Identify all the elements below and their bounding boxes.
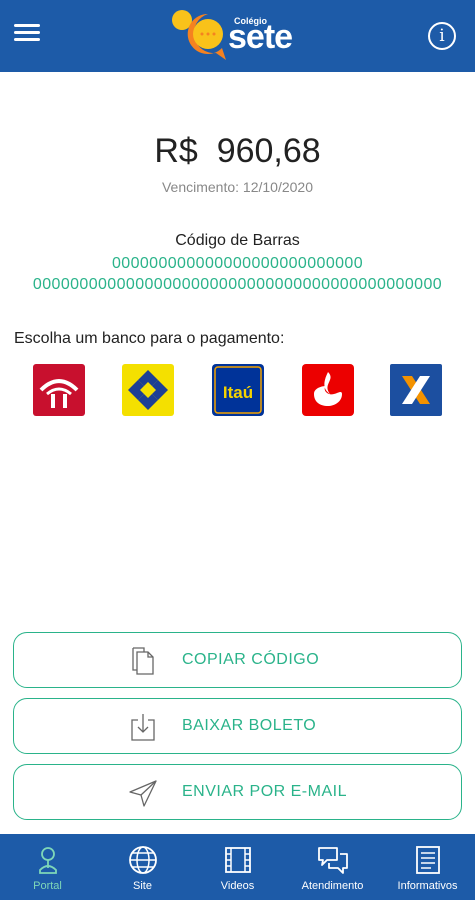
chat-bubbles-icon (318, 847, 348, 874)
barcode-line-2: 0000000000000000000000000000000000000000… (32, 276, 443, 293)
nav-item-portal[interactable]: Portal (0, 834, 95, 900)
globe-icon (129, 846, 157, 874)
newspaper-icon (416, 846, 440, 874)
logo-word: sete (228, 18, 293, 56)
copy-document-icon (132, 647, 154, 675)
film-icon (225, 847, 251, 873)
send-email-button[interactable]: ENVIAR POR E-MAIL (13, 764, 462, 820)
colegio-sete-logo: Colégio sete (168, 6, 313, 66)
bottom-navigation: Portal Site Videos Atendimento Informati… (0, 834, 475, 900)
bradesco-logo-icon (33, 364, 85, 416)
santander-flame-icon (302, 364, 354, 416)
bank-itau-button[interactable]: Itaú (212, 364, 264, 416)
due-date: Vencimento: 12/10/2020 (161, 179, 313, 195)
itau-logo-icon: Itaú (212, 364, 264, 416)
nav-item-atendimento[interactable]: Atendimento (285, 834, 380, 900)
caixa-logo-icon (390, 364, 442, 416)
bank-choice-title: Escolha um banco para o pagamento: (14, 330, 285, 347)
copy-code-button[interactable]: COPIAR CÓDIGO (13, 632, 462, 688)
copy-code-label: COPIAR CÓDIGO (182, 651, 320, 668)
person-icon (39, 847, 57, 874)
nav-label-videos: Videos (220, 880, 255, 892)
app-header: Colégio sete i (0, 0, 475, 72)
itau-logo-text: Itaú (223, 383, 253, 402)
send-paper-plane-icon (129, 780, 157, 807)
download-boleto-button[interactable]: BAIXAR BOLETO (13, 698, 462, 754)
amount-value: 960,68 (216, 132, 321, 170)
send-email-label: ENVIAR POR E-MAIL (182, 783, 347, 800)
nav-label-portal: Portal (33, 880, 62, 892)
bank-bradesco-button[interactable] (33, 364, 85, 416)
banco-do-brasil-logo-icon (122, 364, 174, 416)
nav-label-atendimento: Atendimento (301, 880, 364, 892)
bank-banco-do-brasil-button[interactable] (122, 364, 174, 416)
download-boleto-label: BAIXAR BOLETO (182, 717, 317, 734)
bank-santander-button[interactable] (302, 364, 354, 416)
bank-caixa-button[interactable] (390, 364, 442, 416)
nav-label-informativos: Informativos (397, 880, 458, 892)
nav-label-site: Site (133, 880, 152, 892)
download-icon (131, 714, 155, 741)
nav-item-site[interactable]: Site (95, 834, 190, 900)
barcode-title: Código de Barras (175, 232, 300, 249)
barcode-line-1: 000000000000000000000000000 (111, 255, 364, 272)
payment-amount: R$ 960,68 (0, 132, 475, 171)
hamburger-menu-icon[interactable] (14, 22, 46, 50)
info-icon[interactable]: i (428, 22, 456, 50)
currency-symbol: R$ (154, 132, 198, 170)
nav-item-informativos[interactable]: Informativos (380, 834, 475, 900)
nav-item-videos[interactable]: Videos (190, 834, 285, 900)
